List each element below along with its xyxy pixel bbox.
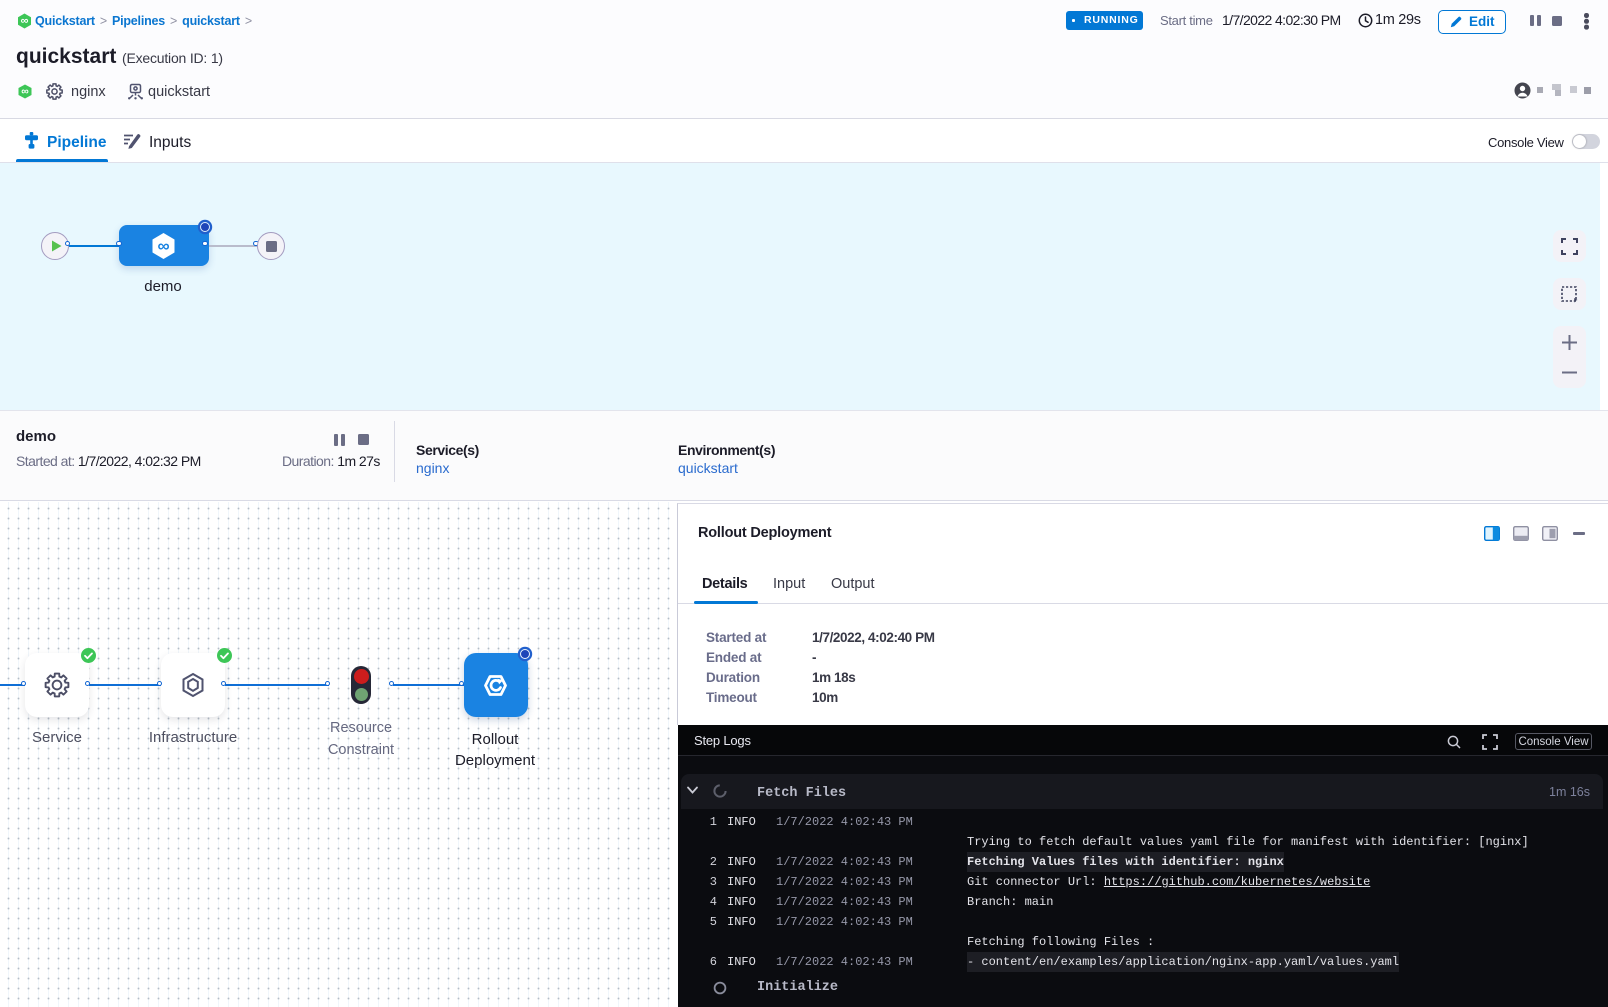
svg-text:∞: ∞	[157, 237, 169, 256]
svg-text:∞: ∞	[21, 86, 29, 98]
svg-text:∞: ∞	[21, 15, 29, 27]
